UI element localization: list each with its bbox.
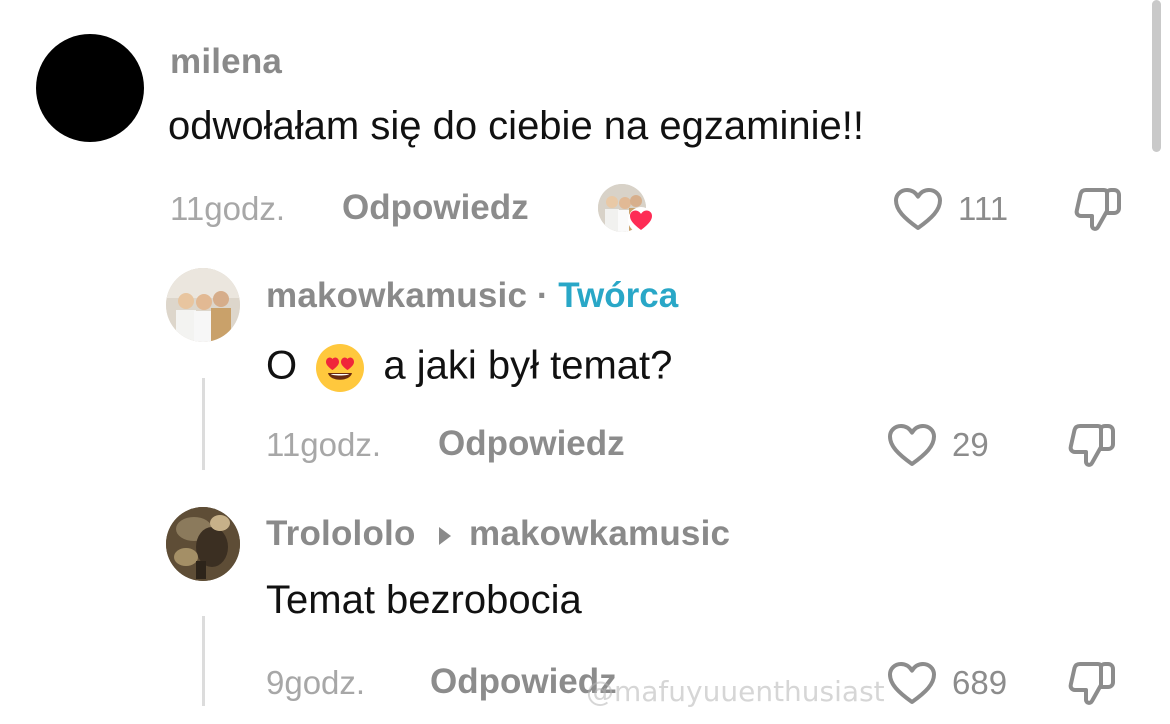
avatar-trolololo[interactable] xyxy=(166,507,240,581)
creator-badge: Twórca xyxy=(558,276,679,315)
separator-dot: · xyxy=(536,276,549,315)
like-count: 29 xyxy=(952,426,989,463)
heart-badge-icon xyxy=(598,182,658,236)
comment-timestamp: 11godz. xyxy=(266,426,381,463)
thumbs-down-icon[interactable] xyxy=(1066,420,1118,472)
avatar-makowkamusic[interactable] xyxy=(166,268,240,342)
comment-username[interactable]: milena xyxy=(170,44,282,79)
heart-outline-icon[interactable] xyxy=(892,186,944,232)
comment-timestamp: 11godz. xyxy=(170,190,285,227)
scrollbar[interactable] xyxy=(1152,0,1161,152)
heart-eyes-emoji xyxy=(314,342,366,394)
reply-button[interactable]: Odpowiedz xyxy=(438,426,625,461)
comment-text-suffix: a jaki był temat? xyxy=(383,343,673,388)
thread-line xyxy=(202,378,205,470)
comment-username[interactable]: makowkamusic xyxy=(266,276,527,315)
caret-right-icon xyxy=(437,525,453,547)
comment-text: Temat bezrobocia xyxy=(266,578,582,622)
watermark: @mafuyuuenthusiast xyxy=(586,675,885,708)
comment-username[interactable]: Trolololo xyxy=(266,514,416,553)
heart-outline-icon[interactable] xyxy=(886,422,938,468)
thumbs-down-icon[interactable] xyxy=(1072,184,1124,236)
comment-header: makowkamusic · Twórca xyxy=(266,278,678,313)
comment-header: Trolololo makowkamusic xyxy=(266,516,730,551)
comment-timestamp: 9godz. xyxy=(266,664,366,701)
avatar-milena[interactable] xyxy=(36,34,144,142)
comment-text-prefix: O xyxy=(266,343,298,388)
reply-button[interactable]: Odpowiedz xyxy=(342,190,529,225)
reply-to-username[interactable]: makowkamusic xyxy=(469,514,730,553)
comment-text: odwołałam się do ciebie na egzaminie!! xyxy=(168,104,864,148)
heart-outline-icon[interactable] xyxy=(886,660,938,706)
thumbs-down-icon[interactable] xyxy=(1066,658,1118,710)
thread-line xyxy=(202,616,205,706)
comment-text: O a jaki był temat? xyxy=(266,342,672,394)
like-count: 689 xyxy=(952,664,1008,701)
like-count: 111 xyxy=(958,190,1009,227)
